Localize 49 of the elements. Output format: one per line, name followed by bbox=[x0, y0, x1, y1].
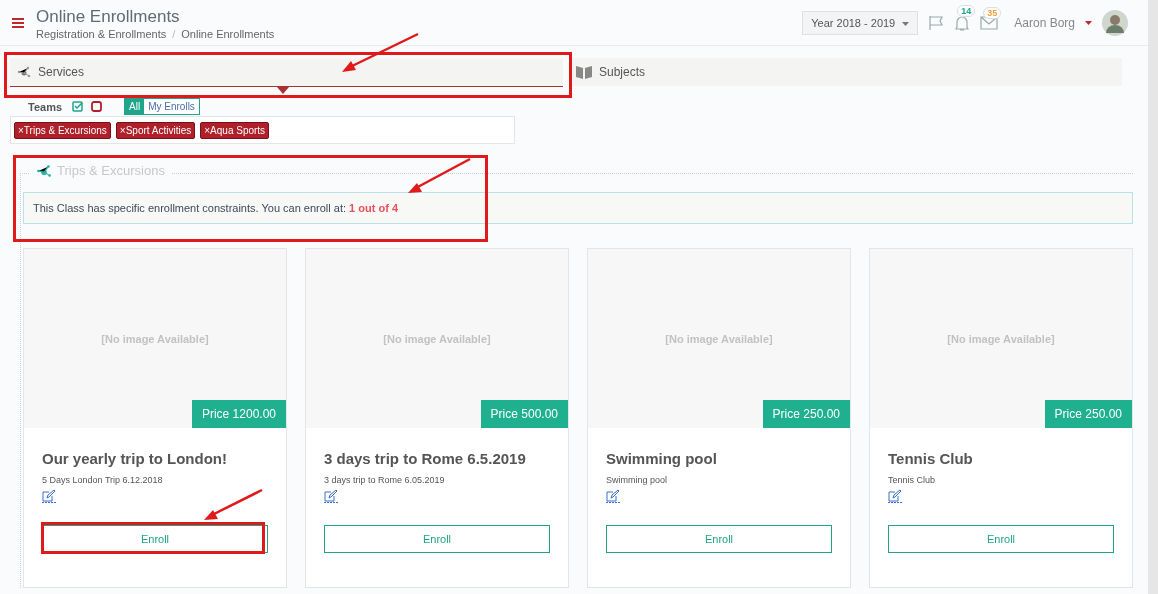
menu-icon[interactable] bbox=[12, 17, 24, 28]
check-all-icon[interactable] bbox=[72, 101, 84, 112]
card-subtitle: 5 Days London Trip 6.12.2018 bbox=[42, 475, 164, 485]
category-tab[interactable]: Subjects bbox=[569, 58, 1122, 86]
card-title: Our yearly trip to London! bbox=[42, 450, 228, 467]
notice-text: This Class has specific enrollment constraints. You can enroll at: 1 out of 4 bbox=[23, 192, 1133, 224]
network-icon bbox=[16, 66, 32, 78]
filter-label: Teams bbox=[28, 100, 63, 113]
annotation-arrow bbox=[406, 157, 472, 195]
uncheck-all-icon[interactable] bbox=[91, 101, 103, 112]
enroll-button[interactable]: Enroll bbox=[42, 525, 268, 553]
message-count: 35 bbox=[983, 6, 1002, 19]
caret-icon[interactable] bbox=[1085, 20, 1092, 25]
enroll-button[interactable]: Enroll bbox=[606, 525, 832, 553]
card-title: 3 days trip to Rome 6.5.2019 bbox=[324, 450, 527, 467]
card-title: Swimming pool bbox=[606, 450, 718, 467]
category-tab[interactable]: Services bbox=[10, 58, 563, 87]
price-badge: Price 250.00 bbox=[1044, 400, 1132, 428]
tag-input[interactable]: ×Trips & Excursions ×Sport Activities ×Aqua Sports bbox=[10, 116, 515, 144]
card-subtitle: Tennis Club bbox=[888, 475, 937, 485]
filter-toggle[interactable]: My Enrolls bbox=[144, 99, 199, 114]
filter-tag[interactable]: ×Aqua Sports bbox=[200, 121, 270, 139]
breadcrumb-link[interactable]: Registration & Enrollments bbox=[36, 27, 167, 40]
enroll-button[interactable]: Enroll bbox=[324, 525, 550, 553]
card-subtitle: Swimming pool bbox=[606, 475, 669, 485]
edit-icon[interactable] bbox=[606, 489, 620, 503]
year-dropdown[interactable]: Year 2018 - 2019 bbox=[802, 10, 919, 35]
filter-tag[interactable]: ×Sport Activities bbox=[115, 121, 196, 139]
breadcrumb-current: Online Enrollments bbox=[181, 27, 275, 40]
edit-icon[interactable] bbox=[888, 489, 902, 503]
price-badge: Price 250.00 bbox=[762, 400, 850, 428]
filter-tag[interactable]: ×Trips & Excursions bbox=[14, 121, 111, 139]
user-name[interactable]: Aaron Borg bbox=[1014, 15, 1075, 30]
avatar[interactable] bbox=[1102, 9, 1128, 36]
network-icon bbox=[35, 163, 53, 178]
annotation-arrow bbox=[202, 488, 264, 522]
notification-count: 14 bbox=[957, 4, 976, 17]
card-subtitle: 3 days trip to Rome 6.05.2019 bbox=[324, 475, 446, 485]
price-badge: Price 500.00 bbox=[480, 400, 568, 428]
edit-icon[interactable] bbox=[324, 489, 338, 503]
book-icon bbox=[575, 65, 593, 79]
price-badge: Price 1200.00 bbox=[191, 400, 286, 428]
enroll-button[interactable]: Enroll bbox=[888, 525, 1114, 553]
breadcrumb-separator: / bbox=[172, 27, 176, 40]
caret-icon[interactable] bbox=[902, 21, 910, 26]
card-title: Tennis Club bbox=[888, 450, 974, 467]
filter-toggle[interactable]: All bbox=[125, 99, 145, 114]
edit-icon[interactable] bbox=[42, 489, 56, 503]
page-title: Online Enrollments bbox=[36, 5, 181, 28]
